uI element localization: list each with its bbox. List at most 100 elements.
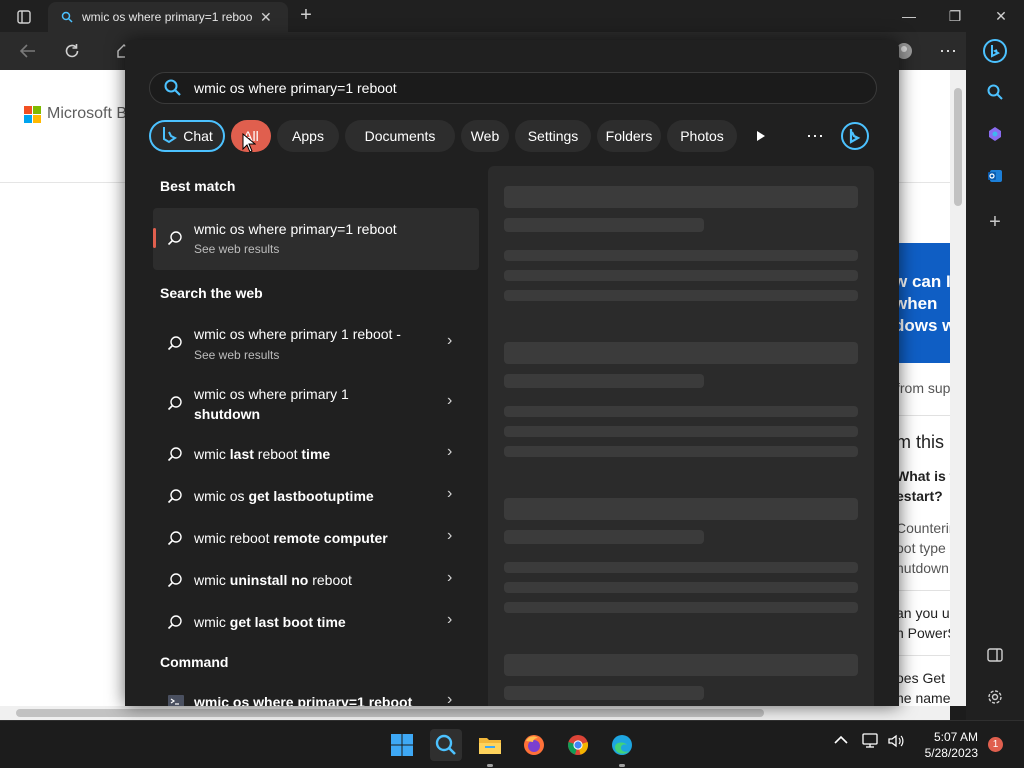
web-result-6[interactable]: wmic uninstall no reboot › <box>153 566 479 594</box>
search-input[interactable] <box>192 76 856 100</box>
horizontal-scroll-thumb[interactable] <box>16 709 764 717</box>
vertical-scroll-thumb[interactable] <box>954 88 962 206</box>
best-match-result[interactable]: wmic os where primary=1 reboot See web r… <box>153 208 479 270</box>
web-result-2[interactable]: wmic os where primary 1 shutdown › <box>153 377 479 429</box>
filter-web[interactable]: Web <box>461 120 509 152</box>
microsoft-logo-icon <box>24 105 41 123</box>
web-result-1[interactable]: wmic os where primary 1 reboot - See web… <box>153 317 479 369</box>
skeleton-line <box>504 290 858 301</box>
copilot-icon[interactable] <box>982 121 1008 147</box>
search-result-icon <box>167 446 183 467</box>
skeleton-line <box>504 426 858 437</box>
hero-line-1: w can I <box>897 272 950 291</box>
selection-accent <box>153 228 156 248</box>
web-result-subtitle: See web results <box>194 348 280 362</box>
faq-question-1b: estart? <box>896 488 943 504</box>
tab-actions-icon[interactable] <box>8 6 40 28</box>
faq-question-2[interactable]: an you u <box>896 605 950 621</box>
show-hidden-icons-chevron-up-icon[interactable] <box>834 733 848 748</box>
new-tab-button[interactable]: + <box>296 5 316 26</box>
faq-question-1[interactable]: What is th <box>896 468 950 484</box>
page-heading: m this p <box>896 432 950 452</box>
close-window-button[interactable]: ✕ <box>978 0 1024 32</box>
more-options-icon[interactable]: ⋯ <box>799 120 831 152</box>
faq-answer-line-1: Counterin <box>896 520 950 536</box>
hero-banner[interactable]: w can I when dows w <box>897 243 950 363</box>
chevron-right-icon[interactable]: › <box>447 691 452 706</box>
network-icon[interactable] <box>862 733 880 752</box>
skeleton-heading <box>504 498 858 520</box>
skeleton-line <box>504 602 858 613</box>
filter-settings[interactable]: Settings <box>515 120 591 152</box>
taskbar-search-icon[interactable] <box>430 729 462 761</box>
faq-question-3[interactable]: oes Get <box>896 670 950 686</box>
volume-speaker-icon[interactable] <box>888 733 904 752</box>
section-title-search-web: Search the web <box>160 285 263 301</box>
chevron-right-icon[interactable]: › <box>447 392 452 410</box>
firefox-icon[interactable] <box>518 729 550 761</box>
outlook-icon[interactable] <box>982 163 1008 189</box>
best-match-subtitle: See web results <box>194 242 280 256</box>
web-result-text: wmic os where primary 1 shutdown <box>194 386 349 422</box>
hide-sidebar-icon[interactable] <box>982 642 1008 668</box>
refresh-icon[interactable] <box>58 38 86 64</box>
hero-line-2: when <box>897 294 938 313</box>
chevron-right-icon[interactable]: › <box>447 485 452 503</box>
start-windows-icon[interactable] <box>386 729 418 761</box>
bing-chat-icon[interactable] <box>982 38 1008 64</box>
back-arrow-icon[interactable] <box>14 38 42 64</box>
filter-documents[interactable]: Documents <box>345 120 455 152</box>
page-divider-line <box>896 415 950 416</box>
filter-label: Chat <box>183 128 213 144</box>
search-filter-bar: Chat All Apps Documents Web Settings Fol… <box>149 119 875 153</box>
chevron-right-icon[interactable]: › <box>447 569 452 587</box>
web-result-5[interactable]: wmic reboot remote computer › <box>153 524 479 552</box>
filter-chat[interactable]: Chat <box>149 120 225 152</box>
search-result-icon <box>167 230 183 251</box>
section-title-best-match: Best match <box>160 178 236 194</box>
skeleton-line <box>504 218 704 232</box>
filter-apps[interactable]: Apps <box>277 120 339 152</box>
settings-gear-icon[interactable] <box>982 684 1008 710</box>
search-box[interactable] <box>149 72 877 104</box>
more-filters-play-icon[interactable] <box>745 120 777 152</box>
skeleton-heading <box>504 654 858 676</box>
bing-chat-button-icon[interactable] <box>839 120 871 152</box>
restore-button[interactable]: ❐ <box>932 0 978 32</box>
skeleton-line <box>504 250 858 261</box>
add-sidebar-app-icon[interactable]: + <box>982 209 1008 235</box>
filter-photos[interactable]: Photos <box>667 120 737 152</box>
more-options-icon[interactable]: ⋯ <box>934 38 962 64</box>
clock-date: 5/28/2023 <box>924 746 978 760</box>
search-result-icon <box>167 530 183 551</box>
chevron-right-icon[interactable]: › <box>447 443 452 461</box>
web-result-4[interactable]: wmic os get lastbootuptime › <box>153 482 479 510</box>
faq-question-2b: n PowerS <box>896 625 950 641</box>
skeleton-line <box>504 374 704 388</box>
system-clock[interactable]: 5:07 AM 5/28/2023 <box>918 729 978 761</box>
filter-folders[interactable]: Folders <box>597 120 661 152</box>
chevron-right-icon[interactable]: › <box>447 611 452 629</box>
search-icon <box>164 79 181 101</box>
chevron-right-icon[interactable]: › <box>447 527 452 545</box>
minimize-button[interactable]: — <box>886 0 932 32</box>
search-result-icon <box>167 614 183 635</box>
chevron-right-icon[interactable]: › <box>447 332 452 350</box>
skeleton-line <box>504 686 704 700</box>
search-icon[interactable] <box>982 79 1008 105</box>
taskbar: 5:07 AM 5/28/2023 1 <box>0 720 1024 768</box>
notification-badge[interactable]: 1 <box>988 737 1003 752</box>
web-result-3[interactable]: wmic last reboot time › <box>153 440 479 468</box>
command-result[interactable]: wmic os where primary=1 reboot › <box>153 688 479 706</box>
edge-icon[interactable] <box>606 729 638 761</box>
skeleton-line <box>504 446 858 457</box>
search-result-icon <box>167 335 183 356</box>
best-match-title: wmic os where primary=1 reboot <box>194 221 397 237</box>
web-result-text: wmic get last boot time <box>194 614 346 630</box>
browser-tab-active[interactable]: wmic os where primary=1 reboo ✕ <box>48 2 288 32</box>
browser-tab-bar: wmic os where primary=1 reboo ✕ + — ❐ ✕ <box>0 0 1024 32</box>
tab-close-icon[interactable]: ✕ <box>260 9 272 26</box>
chrome-icon[interactable] <box>562 729 594 761</box>
web-result-7[interactable]: wmic get last boot time › <box>153 608 479 636</box>
file-explorer-icon[interactable] <box>474 729 506 761</box>
